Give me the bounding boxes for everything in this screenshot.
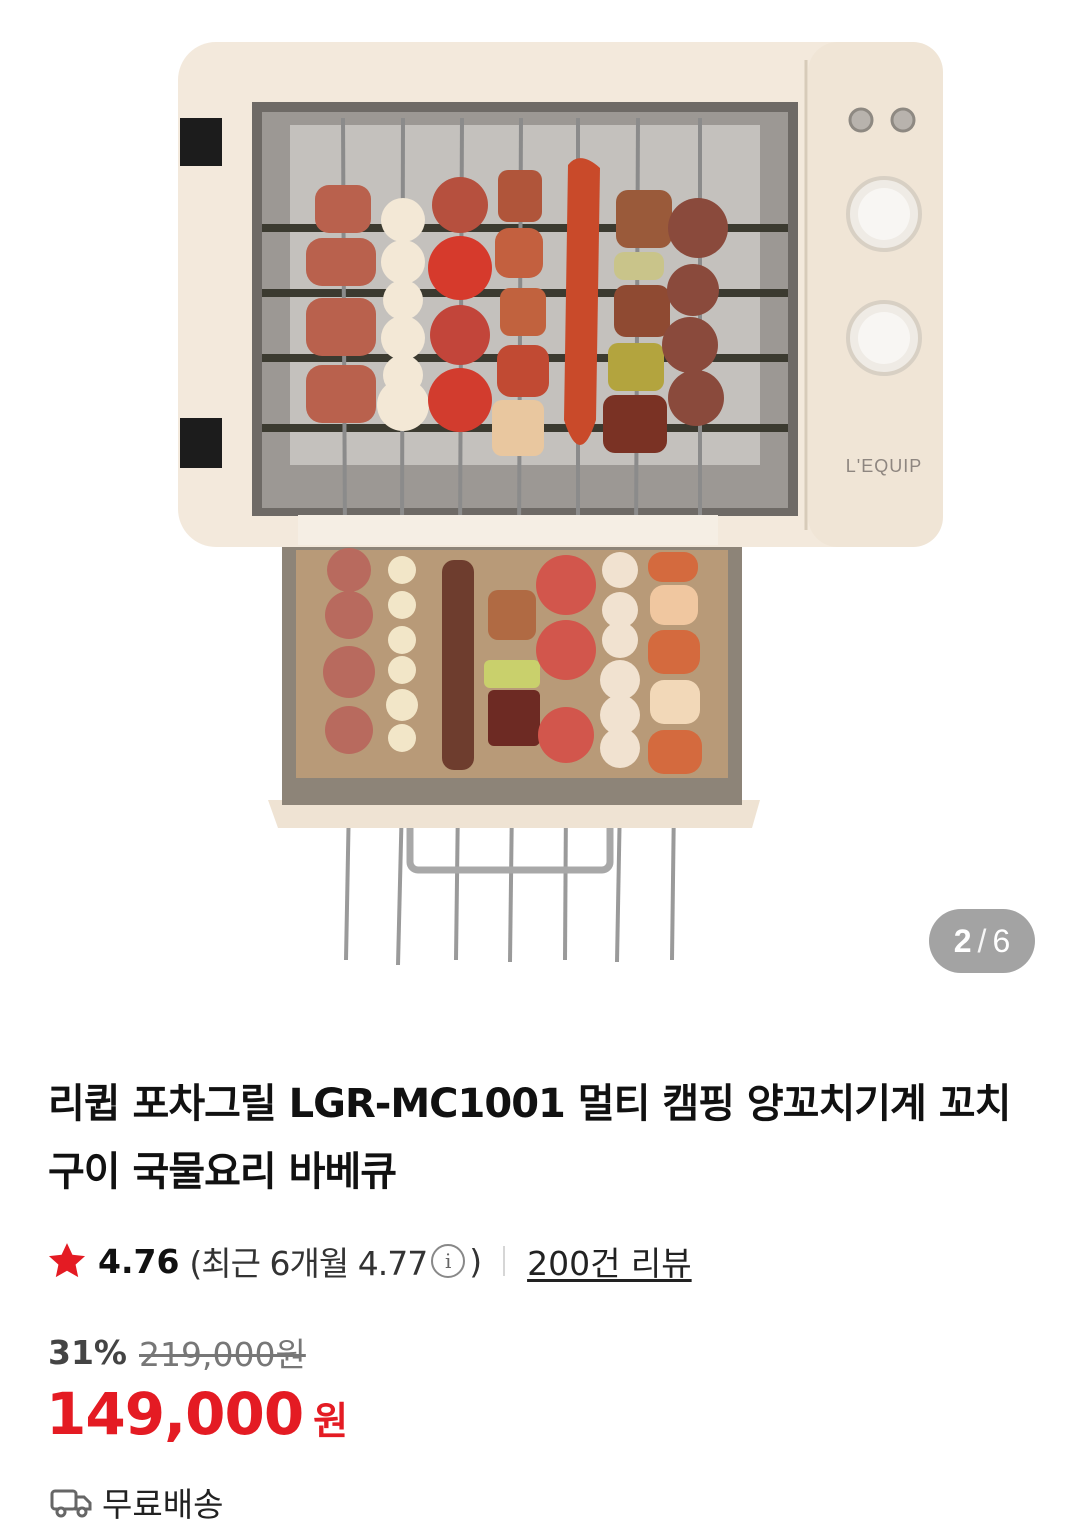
currency-unit: 원 xyxy=(313,1399,349,1443)
rating-row: 4.76 (최근 6개월 4.77 i ) 200건 리뷰 xyxy=(46,1238,692,1284)
star-icon xyxy=(48,1243,86,1278)
discount-row: 31% 219,000원 xyxy=(48,1328,306,1376)
product-title: 리큅 포차그릴 LGR-MC1001 멀티 캠핑 양꼬치기계 꼬치구이 국물요리… xyxy=(48,1081,1011,1195)
rating-score: 4.76 xyxy=(98,1241,180,1281)
shipping-label: 무료배송 xyxy=(102,1485,224,1524)
image-counter-current: 2 xyxy=(953,922,972,959)
image-counter-separator: / xyxy=(977,922,987,959)
recent-rating-close: ) xyxy=(469,1241,482,1281)
image-counter-total: 6 xyxy=(992,922,1011,959)
review-count-link[interactable]: 200건 리뷰 xyxy=(527,1237,692,1285)
product-image[interactable]: L'EQUIP xyxy=(0,0,1080,1012)
recent-rating: (최근 6개월 4.77 xyxy=(189,1244,428,1283)
product-info: 리큅 포차그릴 LGR-MC1001 멀티 캠핑 양꼬치기계 꼬치구이 국물요리… xyxy=(0,1012,1080,1524)
original-price: 219,000원 xyxy=(139,1335,306,1374)
shipping-row: 무료배송 xyxy=(50,1478,223,1526)
divider xyxy=(503,1246,506,1276)
info-icon[interactable]: i xyxy=(431,1244,466,1278)
product-image-gallery[interactable]: L'EQUIP 2 / 6 xyxy=(0,0,1080,1012)
svg-text:L'EQUIP: L'EQUIP xyxy=(846,456,922,476)
image-counter: 2 / 6 xyxy=(929,909,1035,973)
discount-rate: 31% xyxy=(48,1332,127,1372)
sale-price: 149,000 xyxy=(46,1380,304,1448)
truck-icon xyxy=(50,1489,92,1518)
price-row: 149,000 원 xyxy=(46,1380,348,1448)
